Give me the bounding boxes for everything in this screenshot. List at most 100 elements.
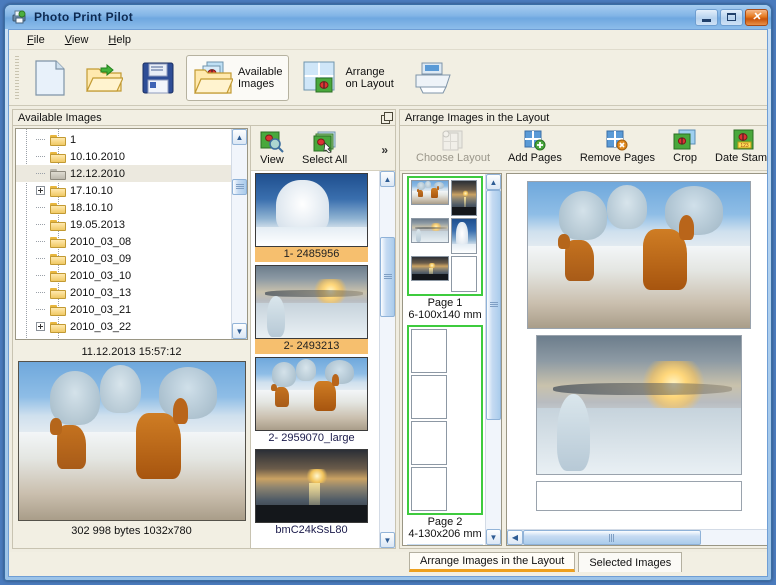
page-cell[interactable]	[451, 256, 477, 292]
page-navigator-scrollbar[interactable]: ▲ ▼	[485, 174, 501, 545]
choose-layout-button[interactable]: Choose Layout	[414, 128, 492, 165]
page-cell[interactable]	[411, 180, 449, 205]
scroll-up-button[interactable]: ▲	[232, 129, 247, 145]
page-thumbnail[interactable]: Page 16-100x140 mm	[407, 176, 483, 323]
menu-bar: File View Help	[9, 30, 767, 50]
dock-restore-icon[interactable]	[381, 112, 392, 123]
thumbnail-image[interactable]	[255, 357, 368, 431]
scroll-left-button[interactable]: ◀	[507, 530, 523, 545]
remove-pages-button[interactable]: Remove Pages	[578, 128, 657, 165]
scroll-track[interactable]	[380, 187, 395, 532]
scroll-track[interactable]	[486, 190, 501, 529]
page-cell[interactable]	[411, 329, 447, 373]
thumbnail-caption: bmC24kSsL80	[255, 523, 368, 538]
close-button[interactable]: ✕	[745, 9, 768, 26]
tree-item-2010-03-08[interactable]: 2010_03_08	[16, 233, 231, 250]
menu-help[interactable]: Help	[98, 32, 141, 48]
new-document-button[interactable]	[26, 55, 74, 101]
folder-tree[interactable]: 110.10.201012.12.2010 17.10.10 18.10.1019.…	[15, 128, 248, 340]
page-sheet[interactable]	[407, 176, 483, 296]
preview-image[interactable]	[18, 361, 246, 521]
print-button[interactable]	[405, 55, 461, 101]
select-all-label: Select All	[302, 154, 347, 166]
layout-image-1[interactable]	[527, 181, 751, 329]
tree-expand-icon[interactable]	[36, 322, 45, 331]
layout-image-3[interactable]	[536, 481, 742, 511]
page-cell[interactable]	[411, 467, 447, 511]
thumbnail-item[interactable]: bmC24kSsL80	[255, 449, 368, 538]
page-navigator[interactable]: Page 16-100x140 mmPage 24-130x206 mm ▲ ▼	[402, 173, 502, 546]
thumbnail-image[interactable]	[255, 449, 368, 523]
folder-icon	[50, 235, 66, 248]
scroll-down-button[interactable]: ▼	[486, 529, 501, 545]
folder-tree-scrollbar[interactable]: ▲ ▼	[231, 129, 247, 339]
scroll-thumb[interactable]	[380, 237, 395, 317]
page-size-label: 4-130x206 mm	[407, 528, 483, 540]
image-preview: 11.12.2013 15:57:12 302 998 bytes 1032x7…	[15, 344, 248, 546]
tree-item-2010-03-21[interactable]: 2010_03_21	[16, 301, 231, 318]
scroll-up-button[interactable]: ▲	[380, 171, 395, 187]
folder-icon	[50, 337, 66, 339]
page-cell[interactable]	[411, 421, 447, 465]
tree-item-1[interactable]: 1	[16, 131, 231, 148]
layout-canvas-container: ▲ ▼ ◀	[506, 173, 767, 546]
tree-item-17-10-10[interactable]: 17.10.10	[16, 182, 231, 199]
tree-item-label: 17.10.10	[70, 185, 113, 197]
thumbnail-item[interactable]: 2- 2493213	[255, 265, 368, 354]
tree-item-19-05-2013[interactable]: 19.05.2013	[16, 216, 231, 233]
page-cell[interactable]	[411, 256, 449, 281]
scroll-up-button[interactable]: ▲	[486, 174, 501, 190]
toolbar-grip[interactable]	[15, 56, 19, 100]
tree-item-2010-03-13[interactable]: 2010_03_13	[16, 284, 231, 301]
tab-arrange-images[interactable]: Arrange Images in the Layout	[409, 552, 575, 572]
thumbnail-image[interactable]	[255, 265, 368, 339]
thumbnails-scrollbar[interactable]: ▲ ▼	[379, 171, 395, 548]
tree-item-2010-03-10[interactable]: 2010_03_10	[16, 267, 231, 284]
thumbnail-item[interactable]: 1- 2485956	[255, 173, 368, 262]
add-pages-button[interactable]: Add Pages	[506, 128, 564, 165]
open-folder-button[interactable]	[78, 55, 130, 101]
scroll-down-button[interactable]: ▼	[380, 532, 395, 548]
select-all-button[interactable]: Select All	[299, 129, 350, 168]
scroll-track[interactable]	[523, 530, 767, 545]
minimize-button[interactable]	[695, 9, 718, 26]
crop-photo-icon	[673, 129, 697, 151]
scroll-thumb[interactable]	[523, 530, 701, 545]
crop-button[interactable]: Crop	[671, 128, 699, 165]
view-button[interactable]: View	[257, 129, 287, 168]
tree-item-10-10-2010[interactable]: 10.10.2010	[16, 148, 231, 165]
tree-item-2010-03-09[interactable]: 2010_03_09	[16, 250, 231, 267]
page-cell[interactable]	[451, 218, 477, 254]
layout-canvas-hscrollbar[interactable]: ◀ ▶	[507, 529, 767, 545]
scroll-track[interactable]	[232, 145, 247, 323]
layout-image-2[interactable]	[536, 335, 742, 475]
tree-item-2010-03-24[interactable]: 2010_03_24	[16, 335, 231, 339]
toolbar-overflow-icon[interactable]: »	[381, 143, 388, 157]
page-cell[interactable]	[411, 218, 449, 243]
tree-expand-icon[interactable]	[36, 186, 45, 195]
page-cell[interactable]	[411, 375, 447, 419]
available-images-button[interactable]: Available Images	[186, 55, 289, 101]
maximize-button[interactable]	[720, 9, 743, 26]
page-thumbnail[interactable]	[407, 544, 483, 545]
tree-item-18-10-10[interactable]: 18.10.10	[16, 199, 231, 216]
layout-canvas[interactable]	[507, 174, 767, 529]
scroll-down-button[interactable]: ▼	[232, 323, 247, 339]
arrange-on-layout-button[interactable]: Arrange on Layout	[293, 55, 400, 101]
page-sheet[interactable]	[407, 325, 483, 515]
folder-icon	[50, 201, 66, 214]
thumbnail-image[interactable]	[255, 173, 368, 247]
tab-selected-images[interactable]: Selected Images	[578, 552, 682, 572]
save-button[interactable]	[134, 55, 182, 101]
scroll-thumb[interactable]	[486, 190, 501, 420]
scroll-thumb[interactable]	[232, 179, 247, 195]
menu-view[interactable]: View	[55, 32, 99, 48]
date-stamp-button[interactable]: 123 Date Stamp	[713, 128, 767, 165]
menu-file[interactable]: File	[17, 32, 55, 48]
page-thumbnail[interactable]: Page 24-130x206 mm	[407, 325, 483, 542]
thumbnail-item[interactable]: 2- 2959070_large	[255, 357, 368, 446]
title-bar[interactable]: Photo Print Pilot ✕	[5, 5, 771, 29]
tree-item-12-12-2010[interactable]: 12.12.2010	[16, 165, 231, 182]
page-cell[interactable]	[451, 180, 477, 216]
tree-item-2010-03-22[interactable]: 2010_03_22	[16, 318, 231, 335]
